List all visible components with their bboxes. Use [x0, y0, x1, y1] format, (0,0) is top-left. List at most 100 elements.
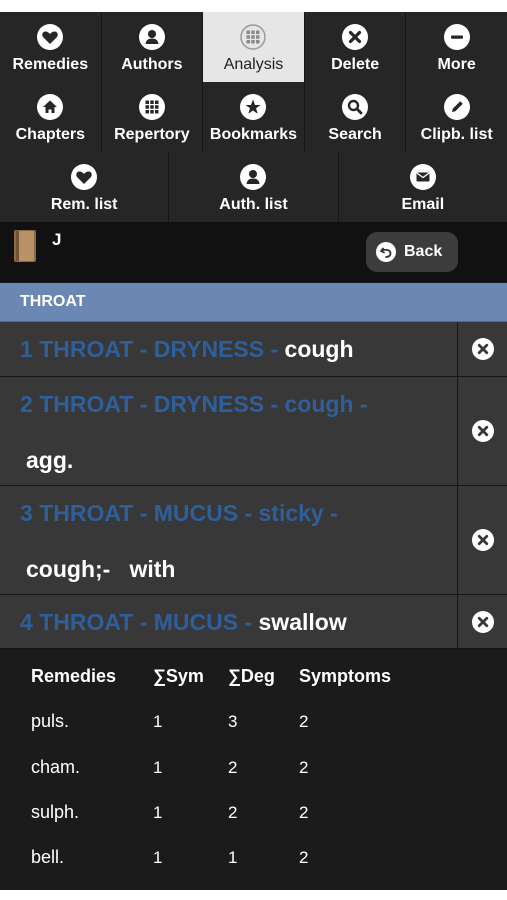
rubric-path: THROAT - DRYNESS -	[39, 336, 279, 362]
email-button[interactable]: Email	[339, 152, 507, 222]
rubric-path: THROAT - MUCUS -	[39, 609, 253, 635]
remedy-name[interactable]: puls.	[31, 711, 69, 732]
remedies-label: Remedies	[12, 56, 89, 73]
repertory-label: Repertory	[114, 126, 190, 143]
analysis-label: Analysis	[223, 56, 284, 73]
session-bar: J Back	[0, 222, 507, 282]
rubric-continuation: cough;- with	[26, 556, 176, 582]
rubric-row[interactable]: 4 THROAT - MUCUS - swallow	[0, 595, 507, 649]
remove-rubric-button[interactable]	[458, 377, 507, 485]
remedy-name[interactable]: bell.	[31, 847, 64, 868]
rubric-text: 2 THROAT - DRYNESS - cough -	[20, 391, 451, 418]
symptoms-value: 2	[299, 758, 309, 777]
remedy-name[interactable]: sulph.	[31, 802, 79, 823]
rubric-text: 1 THROAT - DRYNESS - cough	[20, 336, 451, 363]
remove-rubric-button[interactable]	[458, 486, 507, 594]
more-button[interactable]: More	[406, 12, 507, 82]
rubric-cell[interactable]: 3 THROAT - MUCUS - sticky - cough;- with	[0, 486, 458, 594]
authors-button[interactable]: Authors	[102, 12, 204, 82]
sum-symptoms-value: 1	[153, 758, 163, 777]
sum-symptoms-value: 1	[153, 803, 163, 822]
close-icon	[342, 24, 369, 50]
rubric-path: THROAT - MUCUS - sticky -	[39, 500, 338, 526]
column-header-sum-symptoms[interactable]: ∑Sym	[153, 666, 204, 687]
book-icon	[14, 230, 36, 262]
person-icon	[240, 164, 267, 190]
sum-degree-value: 1	[228, 848, 238, 867]
chapters-button[interactable]: Chapters	[0, 82, 102, 152]
bookmarks-button[interactable]: Bookmarks	[203, 82, 305, 152]
column-header-sum-degree[interactable]: ∑Deg	[228, 666, 275, 687]
sum-symptoms-value: 1	[153, 712, 163, 731]
sum-degree-value: 2	[228, 758, 238, 777]
delete-button[interactable]: Delete	[305, 12, 407, 82]
section-header: THROAT	[0, 283, 507, 322]
close-icon	[471, 529, 494, 551]
toolbar-row-1: Remedies Authors Analysis Delete More	[0, 12, 507, 82]
back-label: Back	[404, 243, 443, 260]
remove-rubric-button[interactable]	[458, 322, 507, 376]
rubric-cell[interactable]: 4 THROAT - MUCUS - swallow	[0, 595, 458, 648]
app-window: Remedies Authors Analysis Delete More Ch…	[0, 12, 507, 890]
column-header-symptoms[interactable]: Symptoms	[299, 666, 391, 687]
bookmarks-label: Bookmarks	[209, 126, 298, 143]
sum-degree-value: 3	[228, 712, 238, 731]
rubric-cell[interactable]: 1 THROAT - DRYNESS - cough	[0, 322, 458, 376]
rubric-text: 3 THROAT - MUCUS - sticky -	[20, 500, 451, 527]
toolbar-row-3: Rem. list Auth. list Email	[0, 152, 507, 222]
search-label: Search	[328, 126, 382, 143]
clipboard-list-button[interactable]: Clipb. list	[406, 82, 507, 152]
remedy-list-button[interactable]: Rem. list	[0, 152, 170, 222]
close-icon	[471, 610, 494, 633]
rubric-number: 4	[20, 609, 33, 635]
back-button[interactable]: Back	[366, 232, 458, 272]
mail-icon	[409, 164, 436, 190]
undo-arrow-icon	[376, 242, 396, 262]
rubric-highlight: swallow	[258, 609, 347, 635]
sum-degree-value: 2	[228, 803, 238, 822]
clipboard-list-label: Clipb. list	[420, 126, 493, 143]
star-icon	[240, 94, 267, 120]
section-title: THROAT	[20, 293, 86, 310]
rubric-list: 1 THROAT - DRYNESS - cough 2 THROAT - DR…	[0, 322, 507, 649]
close-icon	[471, 338, 494, 360]
remedy-list-label: Rem. list	[50, 196, 118, 213]
search-button[interactable]: Search	[305, 82, 407, 152]
rubric-row[interactable]: 2 THROAT - DRYNESS - cough - agg.	[0, 377, 507, 486]
toolbar-row-2: Chapters Repertory Bookmarks Search Clip…	[0, 82, 507, 152]
rubric-text: 4 THROAT - MUCUS - swallow	[20, 609, 451, 636]
repertory-button[interactable]: Repertory	[102, 82, 204, 152]
sum-symptoms-value: 1	[153, 848, 163, 867]
rubric-number: 2	[20, 391, 33, 417]
symptoms-value: 2	[299, 803, 309, 822]
rubric-number: 3	[20, 500, 33, 526]
search-icon	[342, 94, 369, 120]
author-list-label: Auth. list	[219, 196, 288, 213]
authors-label: Authors	[121, 56, 183, 73]
column-header-remedies[interactable]: Remedies	[31, 666, 116, 687]
rubric-row[interactable]: 1 THROAT - DRYNESS - cough	[0, 322, 507, 377]
session-letter: J	[52, 230, 62, 249]
rubric-number: 1	[20, 336, 33, 362]
remedies-button[interactable]: Remedies	[0, 12, 102, 82]
analysis-table: Remedies ∑Sym ∑Deg Symptoms puls. 1 3 2 …	[0, 650, 507, 890]
rubric-highlight: cough	[284, 336, 354, 362]
heart-icon	[71, 164, 98, 190]
grid-icon	[138, 94, 165, 120]
remedy-name[interactable]: cham.	[31, 757, 80, 778]
grid-icon	[240, 24, 267, 50]
symptoms-value: 2	[299, 712, 309, 731]
chapters-label: Chapters	[15, 126, 85, 143]
home-icon	[37, 94, 64, 120]
minus-icon	[443, 24, 470, 50]
close-icon	[471, 420, 494, 442]
author-list-button[interactable]: Auth. list	[169, 152, 339, 222]
rubric-cell[interactable]: 2 THROAT - DRYNESS - cough - agg.	[0, 377, 458, 485]
symptoms-value: 2	[299, 848, 309, 867]
rubric-continuation: agg.	[26, 447, 74, 473]
person-icon	[138, 24, 165, 50]
rubric-row[interactable]: 3 THROAT - MUCUS - sticky - cough;- with	[0, 486, 507, 595]
analysis-button[interactable]: Analysis	[203, 12, 305, 82]
remove-rubric-button[interactable]	[458, 595, 507, 648]
delete-label: Delete	[331, 56, 380, 73]
